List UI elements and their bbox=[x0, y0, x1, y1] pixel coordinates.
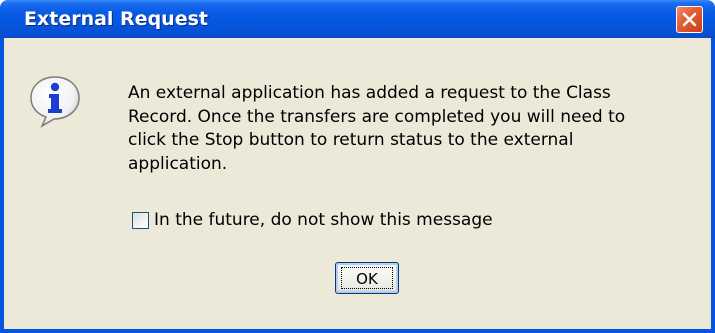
close-icon bbox=[682, 12, 697, 27]
ok-focus-rect: OK bbox=[341, 267, 393, 289]
dialog-window: External Request An external application… bbox=[0, 0, 715, 333]
ok-button[interactable]: OK bbox=[335, 262, 399, 294]
close-button[interactable] bbox=[676, 6, 703, 33]
dialog-body: An external application has added a requ… bbox=[4, 38, 711, 329]
info-icon bbox=[30, 76, 80, 128]
dialog-message: An external application has added a requ… bbox=[128, 83, 626, 174]
ok-button-label: OK bbox=[356, 270, 378, 288]
dont-show-again-label[interactable]: In the future, do not show this message bbox=[154, 209, 493, 231]
title-bar[interactable]: External Request bbox=[0, 0, 715, 38]
dont-show-again-checkbox[interactable] bbox=[132, 212, 149, 229]
dialog-title: External Request bbox=[24, 8, 208, 30]
